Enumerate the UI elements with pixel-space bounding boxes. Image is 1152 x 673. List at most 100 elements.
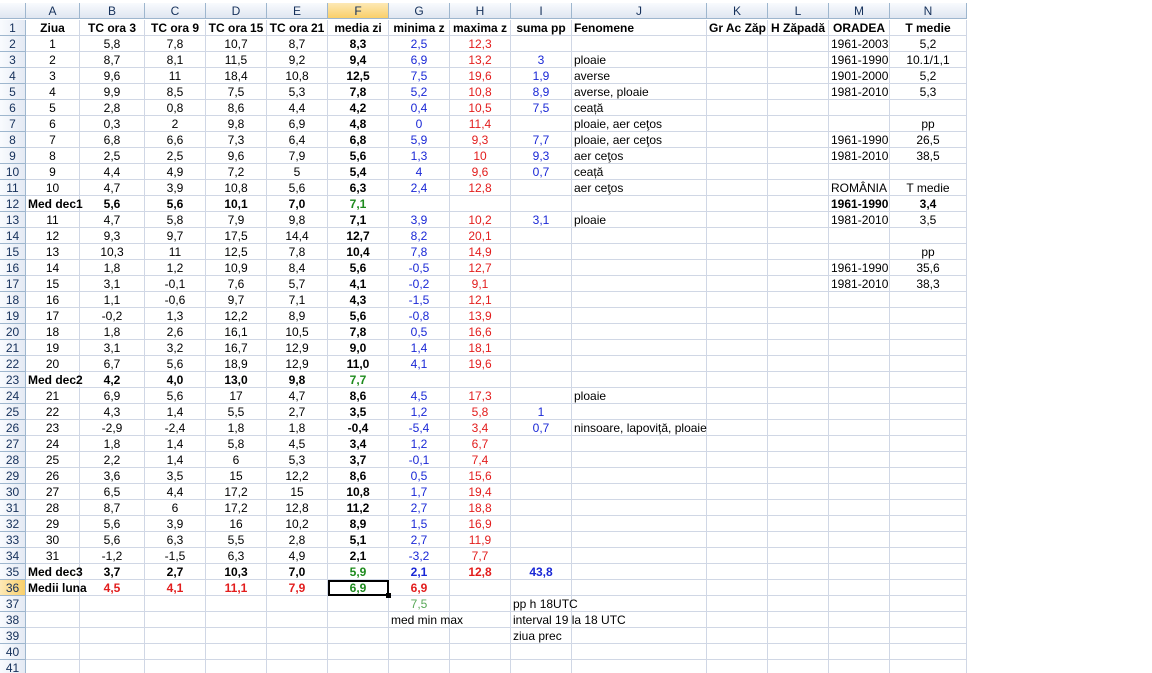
cell-m30[interactable] [829,484,890,500]
cell-n27[interactable] [890,436,967,452]
cell-h21[interactable]: 18,1 [450,340,511,356]
cell-g33[interactable]: 2,7 [389,532,450,548]
row-header-20[interactable]: 20 [0,324,26,340]
cell-h7[interactable]: 11,4 [450,116,511,132]
cell-m40[interactable] [829,644,890,660]
cell-l33[interactable] [768,532,829,548]
column-header-m[interactable]: M [829,3,890,19]
cell-j8[interactable]: ploaie, aer ceţos [572,132,707,148]
cell-m1[interactable]: ORADEA [829,20,890,36]
cell-f18[interactable]: 4,3 [328,292,389,308]
cell-e20[interactable]: 10,5 [267,324,328,340]
cell-k19[interactable] [707,308,768,324]
row-header-2[interactable]: 2 [0,36,26,52]
cell-l4[interactable] [768,68,829,84]
cell-e33[interactable]: 2,8 [267,532,328,548]
column-header-b[interactable]: B [80,3,145,19]
cell-f23[interactable]: 7,7 [328,372,389,388]
cell-a3[interactable]: 2 [26,52,80,68]
cell-m16[interactable]: 1961-1990 [829,260,890,276]
cell-j5[interactable]: averse, ploaie [572,84,707,100]
cell-a8[interactable]: 7 [26,132,80,148]
cell-h37[interactable] [450,596,511,612]
cell-c40[interactable] [145,644,206,660]
cell-h22[interactable]: 19,6 [450,356,511,372]
cell-j9[interactable]: aer ceţos [572,148,707,164]
cell-b8[interactable]: 6,8 [80,132,145,148]
cell-b35[interactable]: 3,7 [80,564,145,580]
cell-m22[interactable] [829,356,890,372]
cell-b25[interactable]: 4,3 [80,404,145,420]
cell-n31[interactable] [890,500,967,516]
cell-b39[interactable] [80,628,145,644]
cell-n20[interactable] [890,324,967,340]
cell-n25[interactable] [890,404,967,420]
column-header-k[interactable]: K [707,3,768,19]
cell-i12[interactable] [511,196,572,212]
cell-l40[interactable] [768,644,829,660]
cell-h5[interactable]: 10,8 [450,84,511,100]
cell-i25[interactable]: 1 [511,404,572,420]
cell-a41[interactable] [26,660,80,673]
cell-m8[interactable]: 1961-1990 [829,132,890,148]
cell-h4[interactable]: 19,6 [450,68,511,84]
cell-a24[interactable]: 21 [26,388,80,404]
cell-m20[interactable] [829,324,890,340]
cell-f36[interactable]: 6,9 [328,580,389,596]
cell-m37[interactable] [829,596,890,612]
cell-h16[interactable]: 12,7 [450,260,511,276]
cell-i29[interactable] [511,468,572,484]
cell-n41[interactable] [890,660,967,673]
cell-f37[interactable] [328,596,389,612]
cell-i26[interactable]: 0,7 [511,420,572,436]
cell-f24[interactable]: 8,6 [328,388,389,404]
cell-m12[interactable]: 1961-1990 [829,196,890,212]
cell-b12[interactable]: 5,6 [80,196,145,212]
cell-k16[interactable] [707,260,768,276]
cell-m15[interactable] [829,244,890,260]
cell-d12[interactable]: 10,1 [206,196,267,212]
cell-i2[interactable] [511,36,572,52]
cell-i8[interactable]: 7,7 [511,132,572,148]
cell-l41[interactable] [768,660,829,673]
cell-k18[interactable] [707,292,768,308]
cell-g41[interactable] [389,660,450,673]
cell-m34[interactable] [829,548,890,564]
cell-c15[interactable]: 11 [145,244,206,260]
cell-a17[interactable]: 15 [26,276,80,292]
cell-e5[interactable]: 5,3 [267,84,328,100]
cell-c8[interactable]: 6,6 [145,132,206,148]
cell-b23[interactable]: 4,2 [80,372,145,388]
cell-m10[interactable] [829,164,890,180]
cell-l8[interactable] [768,132,829,148]
cell-c32[interactable]: 3,9 [145,516,206,532]
cell-c5[interactable]: 8,5 [145,84,206,100]
cell-g18[interactable]: -1,5 [389,292,450,308]
cell-j18[interactable] [572,292,707,308]
cell-c29[interactable]: 3,5 [145,468,206,484]
cell-h24[interactable]: 17,3 [450,388,511,404]
column-header-l[interactable]: L [768,3,829,19]
cell-n8[interactable]: 26,5 [890,132,967,148]
cell-c35[interactable]: 2,7 [145,564,206,580]
cell-m2[interactable]: 1961-2003 [829,36,890,52]
cell-e6[interactable]: 4,4 [267,100,328,116]
cell-f3[interactable]: 9,4 [328,52,389,68]
cell-c20[interactable]: 2,6 [145,324,206,340]
cell-n3[interactable]: 10.1/1,1 [890,52,967,68]
cell-b37[interactable] [80,596,145,612]
cell-i41[interactable] [511,660,572,673]
cell-f16[interactable]: 5,6 [328,260,389,276]
cell-k22[interactable] [707,356,768,372]
cell-a36[interactable]: Medii luna [26,580,87,596]
cell-b41[interactable] [80,660,145,673]
cell-g27[interactable]: 1,2 [389,436,450,452]
cell-n14[interactable] [890,228,967,244]
cell-i19[interactable] [511,308,572,324]
column-header-j[interactable]: J [572,3,707,19]
row-header-15[interactable]: 15 [0,244,26,260]
cell-h25[interactable]: 5,8 [450,404,511,420]
cell-h33[interactable]: 11,9 [450,532,511,548]
cell-f19[interactable]: 5,6 [328,308,389,324]
cell-c6[interactable]: 0,8 [145,100,206,116]
